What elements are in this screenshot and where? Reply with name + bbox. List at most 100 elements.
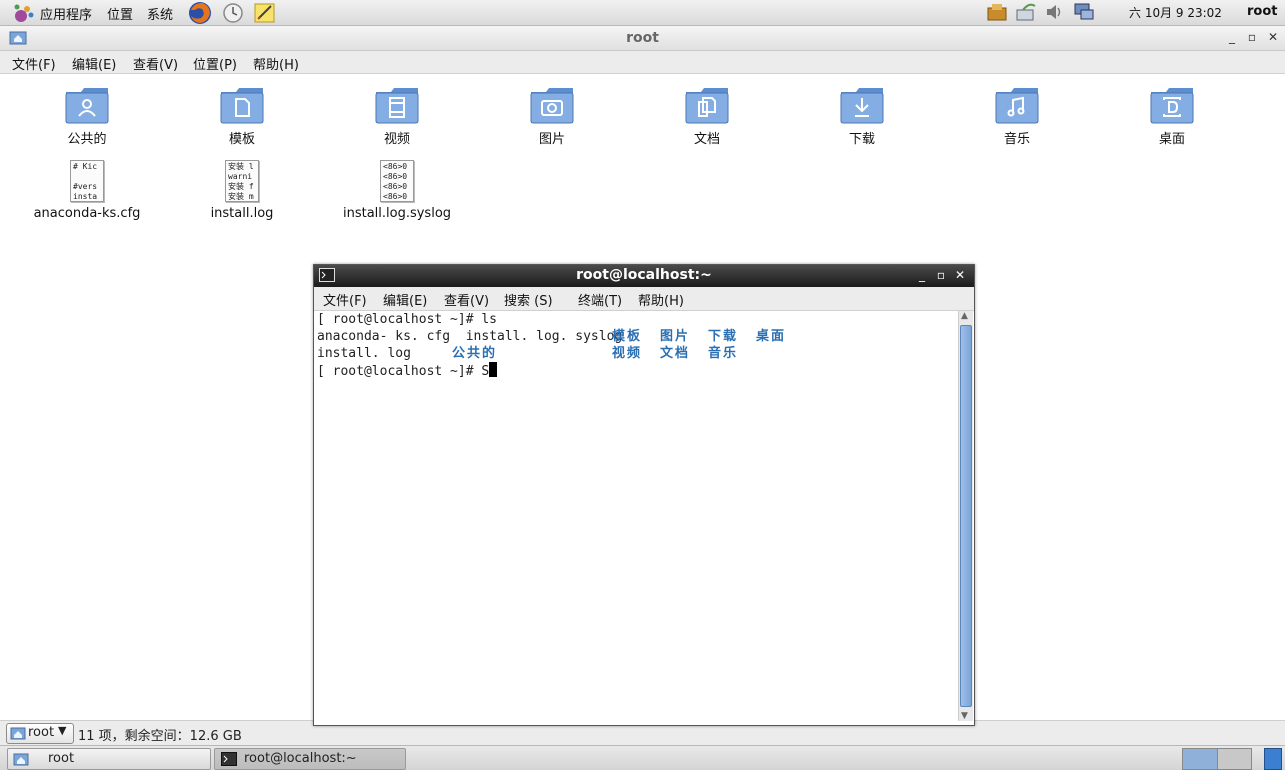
- workspace-switcher[interactable]: [1182, 748, 1252, 770]
- file-label: install.log.syslog: [342, 206, 452, 221]
- system-menu[interactable]: 系统: [147, 4, 173, 23]
- chevron-down-icon: ▼: [58, 724, 67, 737]
- workspace-1[interactable]: [1183, 749, 1218, 769]
- menu-edit[interactable]: 编辑(E): [72, 54, 116, 73]
- output-line: anaconda- ks. cfg install. log. syslog: [317, 329, 623, 344]
- text-cursor: [489, 362, 498, 377]
- software-update-icon[interactable]: [986, 2, 1008, 22]
- workspace-2[interactable]: [1218, 749, 1251, 769]
- task-terminal[interactable]: root@localhost:~: [214, 748, 406, 770]
- close-button[interactable]: ✕: [1265, 29, 1281, 45]
- folder-pictures[interactable]: 图片: [477, 86, 627, 147]
- file-label: install.log: [210, 206, 274, 221]
- volume-icon[interactable]: [1044, 2, 1066, 22]
- maximize-button[interactable]: ▫: [933, 267, 949, 283]
- text-file-icon: 安装 l warni 安装 f 安装 m: [225, 160, 259, 202]
- file-install-log-syslog[interactable]: <86>0 <86>0 <86>0 <86>0 install.log.sysl…: [322, 160, 472, 221]
- bottom-panel: root root@localhost:~: [0, 745, 1285, 770]
- terminal-scrollbar[interactable]: ▲ ▼: [958, 311, 973, 721]
- places-menu[interactable]: 位置: [107, 4, 133, 23]
- folder-desktop[interactable]: 桌面: [1097, 86, 1247, 147]
- menu-search[interactable]: 搜索 (S): [504, 290, 553, 309]
- menu-file[interactable]: 文件(F): [12, 54, 56, 73]
- folder-label: 公共的: [67, 132, 107, 147]
- menu-view[interactable]: 查看(V): [444, 290, 489, 309]
- applications-menu[interactable]: 应用程序: [40, 4, 92, 23]
- preview-line: # Kic: [73, 162, 98, 171]
- preview-line: 安装 m: [228, 192, 254, 201]
- folder-public[interactable]: 公共的: [12, 86, 162, 147]
- terminal-titlebar[interactable]: root@localhost:~ _ ▫ ✕: [314, 265, 974, 287]
- dir-entry: 桌面: [756, 329, 787, 344]
- task-label: root@localhost:~: [244, 751, 357, 766]
- terminal-window[interactable]: root@localhost:~ _ ▫ ✕ 文件(F) 编辑(E) 查看(V)…: [313, 264, 975, 726]
- location-label: root: [28, 725, 55, 740]
- folder-downloads[interactable]: 下载: [787, 86, 937, 147]
- gnome-foot-icon[interactable]: [13, 3, 35, 23]
- videos-folder-icon: [375, 88, 419, 124]
- pictures-folder-icon: [530, 88, 574, 124]
- menu-places[interactable]: 位置(P): [193, 54, 237, 73]
- terminal-title: root@localhost:~: [576, 267, 712, 283]
- home-folder-icon: [10, 727, 26, 740]
- documents-folder-icon: [685, 88, 729, 124]
- dir-entry: 音乐: [708, 346, 739, 361]
- file-manager-titlebar[interactable]: root _ ▫ ✕: [0, 26, 1285, 51]
- dir-entry: 下载: [708, 329, 739, 344]
- task-file-manager[interactable]: root: [7, 748, 211, 770]
- menu-file[interactable]: 文件(F): [323, 290, 367, 309]
- menu-help[interactable]: 帮助(H): [638, 290, 684, 309]
- file-anaconda-ks[interactable]: # Kic #vers insta anaconda-ks.cfg: [12, 160, 162, 221]
- terminal-output[interactable]: [ root@localhost ~]# ls anaconda- ks. cf…: [315, 311, 957, 721]
- preview-line: <86>0: [383, 192, 408, 201]
- scrollbar-thumb[interactable]: [960, 325, 972, 707]
- text-editor-icon[interactable]: [253, 1, 277, 25]
- menu-view[interactable]: 查看(V): [133, 54, 178, 73]
- dir-entry: 视频: [612, 346, 643, 361]
- desktop-folder-icon: [1150, 88, 1194, 124]
- text-file-icon: <86>0 <86>0 <86>0 <86>0: [380, 160, 414, 202]
- file-label: anaconda-ks.cfg: [33, 206, 141, 221]
- terminal-menubar: 文件(F) 编辑(E) 查看(V) 搜索 (S) 终端(T) 帮助(H): [314, 287, 974, 311]
- folder-label: 视频: [383, 132, 410, 147]
- folder-templates[interactable]: 模板: [167, 86, 317, 147]
- menu-terminal[interactable]: 终端(T): [578, 290, 622, 309]
- prompt-line: [ root@localhost ~]# S: [317, 362, 498, 380]
- maximize-button[interactable]: ▫: [1244, 29, 1260, 45]
- preview-line: [73, 172, 101, 182]
- top-panel: 应用程序 位置 系统 六 10月 9 23:02 root: [0, 0, 1285, 26]
- templates-folder-icon: [220, 88, 264, 124]
- folder-music[interactable]: 音乐: [942, 86, 1092, 147]
- folder-label: 文档: [693, 132, 720, 147]
- clock[interactable]: 六 10月 9 23:02: [1129, 4, 1222, 21]
- folder-label: 图片: [538, 132, 565, 147]
- menu-help[interactable]: 帮助(H): [253, 54, 299, 73]
- scroll-down-icon[interactable]: ▼: [961, 711, 968, 721]
- preview-line: warni: [228, 172, 253, 181]
- preview-line: <86>0: [383, 162, 408, 171]
- window-title: root: [626, 30, 659, 46]
- user-name[interactable]: root: [1247, 4, 1278, 19]
- mail-clock-icon[interactable]: [221, 1, 245, 25]
- network-manager-icon[interactable]: [1015, 2, 1037, 22]
- close-button[interactable]: ✕: [952, 267, 968, 283]
- minimize-button[interactable]: _: [1224, 29, 1240, 45]
- minimize-button[interactable]: _: [914, 267, 930, 283]
- output-line: install. log: [317, 346, 411, 361]
- dir-entry: 图片: [660, 329, 691, 344]
- location-dropdown[interactable]: root ▼: [6, 723, 74, 744]
- file-install-log[interactable]: 安装 l warni 安装 f 安装 m install.log: [167, 160, 317, 221]
- trash-icon[interactable]: [1264, 748, 1282, 770]
- file-manager-menubar: 文件(F) 编辑(E) 查看(V) 位置(P) 帮助(H): [0, 51, 1285, 74]
- preview-line: 安装 f: [228, 182, 254, 191]
- prompt-text: [ root@localhost ~]# S: [317, 364, 490, 379]
- folder-documents[interactable]: 文档: [632, 86, 782, 147]
- preview-line: #vers: [73, 182, 98, 191]
- scroll-up-icon[interactable]: ▲: [961, 311, 968, 321]
- preview-line: <86>0: [383, 172, 408, 181]
- prompt-line: [ root@localhost ~]# ls: [317, 312, 498, 327]
- folder-videos[interactable]: 视频: [322, 86, 472, 147]
- menu-edit[interactable]: 编辑(E): [383, 290, 427, 309]
- network-computers-icon[interactable]: [1073, 2, 1095, 22]
- firefox-icon[interactable]: [188, 1, 212, 25]
